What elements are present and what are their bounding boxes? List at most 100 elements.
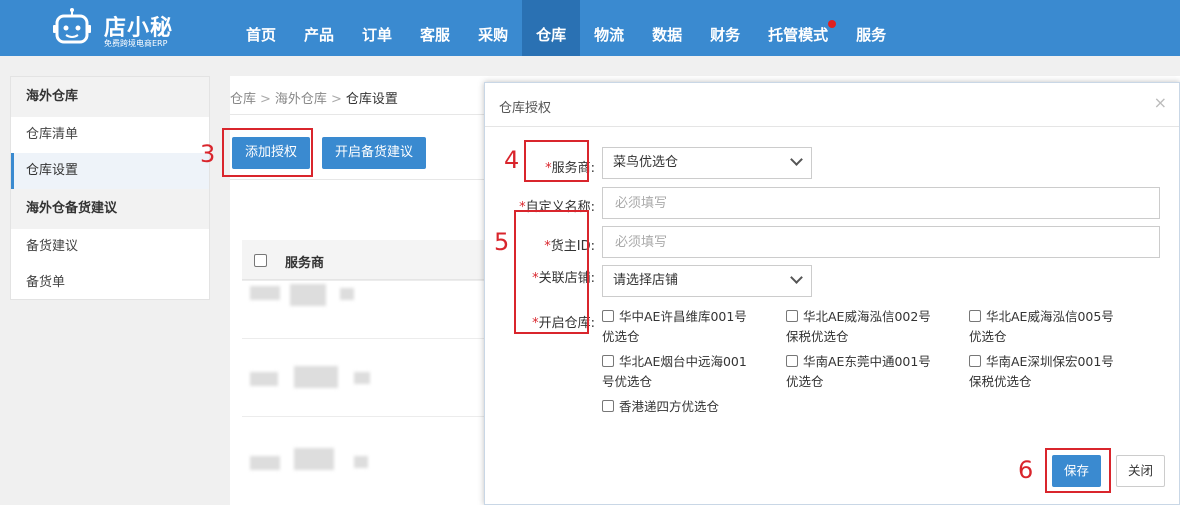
warehouse-checkbox[interactable] <box>969 355 981 367</box>
nav-label: 物流 <box>594 26 625 44</box>
blurred-cell <box>250 456 280 470</box>
chevron-down-icon <box>790 271 803 284</box>
warehouses-label-text: 开启仓库: <box>538 316 595 331</box>
notification-dot <box>828 20 837 28</box>
blurred-cell <box>354 456 368 468</box>
sidebar-item-stock-order[interactable]: 备货单 <box>11 265 209 301</box>
provider-select-value: 菜鸟优选仓 <box>613 155 679 170</box>
annotation-number-5: 5 <box>494 228 510 256</box>
breadcrumb-item[interactable]: 仓库 <box>230 92 256 107</box>
nav-item-warehouse[interactable]: 仓库 <box>522 0 581 56</box>
logo-tagline: 免费跨境电商ERP <box>104 39 168 48</box>
column-header-provider: 服务商 <box>285 256 325 271</box>
warehouse-name: 香港递四方优选仓 <box>619 399 720 414</box>
select-all-checkbox[interactable] <box>254 254 267 267</box>
sidebar-item-stock-suggestion[interactable]: 备货建议 <box>11 229 209 265</box>
left-sidebar: 海外仓库 仓库清单 仓库设置 海外仓备货建议 备货建议 备货单 <box>10 76 210 300</box>
warehouse-name: 华北AE威海泓信002号 <box>803 309 931 324</box>
nav-item-orders[interactable]: 订单 <box>348 0 406 56</box>
table-row-divider <box>242 280 492 281</box>
nav-label: 财务 <box>710 26 741 44</box>
warehouse-option[interactable]: 华中AE许昌维库001号 优选仓 <box>602 307 747 347</box>
table-row-divider <box>242 416 492 417</box>
nav-item-home[interactable]: 首页 <box>232 0 290 56</box>
custom-name-input[interactable] <box>602 187 1160 219</box>
warehouse-option[interactable]: 华北AE威海泓信002号保税优选仓 <box>786 307 931 347</box>
provider-select[interactable]: 菜鸟优选仓 <box>602 147 812 179</box>
nav-item-products[interactable]: 产品 <box>290 0 348 56</box>
nav-label: 采购 <box>478 26 509 44</box>
annotation-number-6: 6 <box>1018 456 1034 484</box>
warehouse-name-cont: 号优选仓 <box>602 374 653 389</box>
warehouse-checkbox[interactable] <box>602 310 614 322</box>
divider <box>230 179 490 180</box>
warehouse-name-cont: 保税优选仓 <box>786 329 849 344</box>
enable-stock-suggestion-button[interactable]: 开启备货建议 <box>322 137 427 169</box>
store-select[interactable]: 请选择店铺 <box>602 265 812 297</box>
warehouse-checkbox[interactable] <box>602 400 614 412</box>
sidebar-group-overseas-warehouse: 海外仓库 <box>11 77 209 117</box>
warehouse-checkbox[interactable] <box>602 355 614 367</box>
warehouse-option[interactable]: 华北AE威海泓信005号优选仓 <box>969 307 1114 347</box>
nav-item-logistics[interactable]: 物流 <box>580 0 638 56</box>
warehouse-name-cont: 优选仓 <box>969 329 1007 344</box>
warehouse-option[interactable]: 华北AE烟台中远海001 号优选仓 <box>602 352 747 392</box>
warehouse-checkbox[interactable] <box>969 310 981 322</box>
annotation-number-3: 3 <box>200 140 216 168</box>
divider <box>230 114 490 115</box>
warehouse-name: 华北AE威海泓信005号 <box>986 309 1114 324</box>
main-nav: 首页 产品 订单 客服 采购 仓库 物流 数据 财务 托管模式 服务 <box>232 0 900 56</box>
store-select-value: 请选择店铺 <box>613 273 679 288</box>
nav-item-services[interactable]: 服务 <box>842 0 900 56</box>
close-button[interactable]: 关闭 <box>1116 455 1166 487</box>
warehouses-label: *开启仓库: <box>485 312 595 331</box>
owner-id-input[interactable] <box>602 226 1160 258</box>
nav-item-data[interactable]: 数据 <box>638 0 696 56</box>
sidebar-item-warehouse-settings[interactable]: 仓库设置 <box>11 153 209 189</box>
sidebar-item-warehouse-list[interactable]: 仓库清单 <box>11 117 209 153</box>
store-label: *关联店铺: <box>485 267 595 286</box>
warehouse-authorization-dialog: 仓库授权 × *服务商: 菜鸟优选仓 *自定义名称: *货主ID: *关联店铺:… <box>484 82 1180 505</box>
warehouse-checkbox[interactable] <box>786 355 798 367</box>
blurred-cell <box>250 286 280 300</box>
close-icon[interactable]: × <box>1154 93 1167 112</box>
blurred-cell <box>294 448 334 470</box>
table-header: 服务商 <box>242 240 492 280</box>
warehouse-option[interactable]: 华南AE深圳保宏001号保税优选仓 <box>969 352 1114 392</box>
provider-label-text: 服务商: <box>551 161 595 176</box>
warehouse-name-cont: 优选仓 <box>786 374 824 389</box>
warehouse-name: 华南AE东莞中通001号 <box>803 354 931 369</box>
nav-label: 服务 <box>856 26 887 44</box>
nav-item-service[interactable]: 客服 <box>406 0 464 56</box>
breadcrumb: 仓库 > 海外仓库 > 仓库设置 <box>230 88 398 107</box>
nav-item-hosting[interactable]: 托管模式 <box>754 0 842 56</box>
nav-item-finance[interactable]: 财务 <box>696 0 754 56</box>
logo[interactable]: 店小秘 免费跨境电商ERP <box>52 6 232 50</box>
annotation-number-4: 4 <box>504 146 520 174</box>
add-authorization-button[interactable]: 添加授权 <box>232 137 311 169</box>
chevron-down-icon <box>790 153 803 166</box>
warehouse-checkbox[interactable] <box>786 310 798 322</box>
nav-label: 托管模式 <box>768 26 829 44</box>
nav-label: 数据 <box>652 26 683 44</box>
owner-id-label-text: 货主ID: <box>550 239 595 254</box>
nav-item-purchase[interactable]: 采购 <box>464 0 522 56</box>
store-label-text: 关联店铺: <box>538 271 595 286</box>
sidebar-group-stock-suggestion: 海外仓备货建议 <box>11 189 209 229</box>
blurred-cell <box>290 284 326 306</box>
breadcrumb-item[interactable]: 海外仓库 <box>275 92 327 107</box>
breadcrumb-sep: > <box>330 92 342 107</box>
save-button[interactable]: 保存 <box>1052 455 1102 487</box>
warehouse-option[interactable]: 香港递四方优选仓 <box>602 397 719 417</box>
warehouse-name-cont: 保税优选仓 <box>969 374 1032 389</box>
warehouse-name: 华南AE深圳保宏001号 <box>986 354 1114 369</box>
divider <box>485 126 1179 127</box>
top-nav-bar: 店小秘 免费跨境电商ERP 首页 产品 订单 客服 采购 仓库 物流 数据 财务… <box>0 0 1180 56</box>
provider-label: *服务商: <box>485 157 595 176</box>
robot-logo-icon <box>53 8 91 44</box>
blurred-cell <box>250 372 278 386</box>
warehouse-option[interactable]: 华南AE东莞中通001号优选仓 <box>786 352 931 392</box>
nav-label: 首页 <box>246 26 277 44</box>
blurred-cell <box>294 366 338 388</box>
table-row-divider <box>242 338 492 339</box>
